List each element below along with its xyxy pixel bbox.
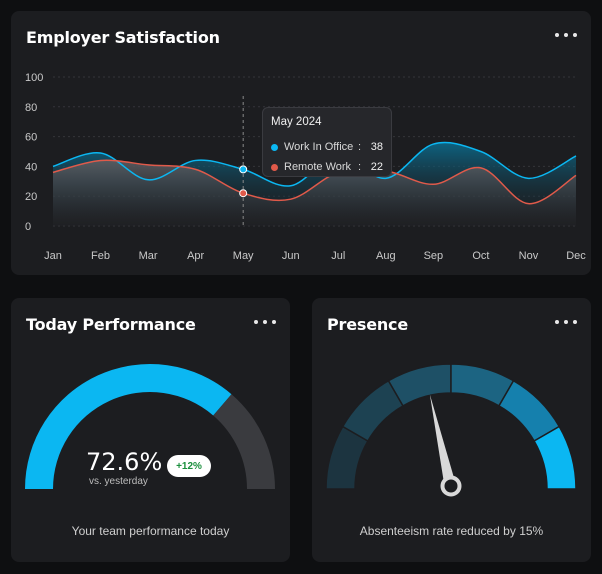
performance-title: Today Performance xyxy=(26,315,196,334)
dot xyxy=(272,320,276,324)
dot xyxy=(555,320,559,324)
tooltip-separator: : xyxy=(357,161,361,173)
dot xyxy=(263,320,267,324)
chart-tooltip: May 2024 Work In Office : 38 Remote Work… xyxy=(262,107,392,177)
tooltip-value: 22 xyxy=(370,161,383,173)
change-badge: +12% xyxy=(167,455,211,477)
tooltip-separator: : xyxy=(357,141,361,153)
remote-legend-dot xyxy=(271,163,278,171)
presence-caption: Absenteeism rate reduced by 15% xyxy=(359,524,544,538)
dot xyxy=(564,320,568,324)
tooltip-row-remote: Remote Work : 22 xyxy=(271,157,383,177)
today-performance-card: Today Performance xyxy=(11,298,290,562)
dot xyxy=(573,320,577,324)
presence-card: Presence xyxy=(312,298,591,562)
tooltip-value: 38 xyxy=(370,141,383,153)
dot xyxy=(573,33,577,37)
dot xyxy=(564,33,568,37)
satisfaction-title: Employer Satisfaction xyxy=(26,28,220,47)
more-horizontal-icon[interactable] xyxy=(555,27,577,43)
office-legend-dot xyxy=(271,143,278,151)
presence-title: Presence xyxy=(327,315,408,334)
tooltip-row-office: Work In Office : 38 xyxy=(271,137,383,157)
dot xyxy=(254,320,258,324)
tooltip-label: Work In Office xyxy=(284,141,354,153)
performance-caption: Your team performance today xyxy=(71,524,230,538)
tooltip-label: Remote Work xyxy=(284,161,352,173)
dot xyxy=(555,33,559,37)
performance-value: 72.6% xyxy=(86,448,163,476)
more-horizontal-icon[interactable] xyxy=(254,314,276,330)
tooltip-month: May 2024 xyxy=(271,116,322,128)
performance-subtitle: vs. yesterday xyxy=(89,476,148,487)
more-horizontal-icon[interactable] xyxy=(555,314,577,330)
